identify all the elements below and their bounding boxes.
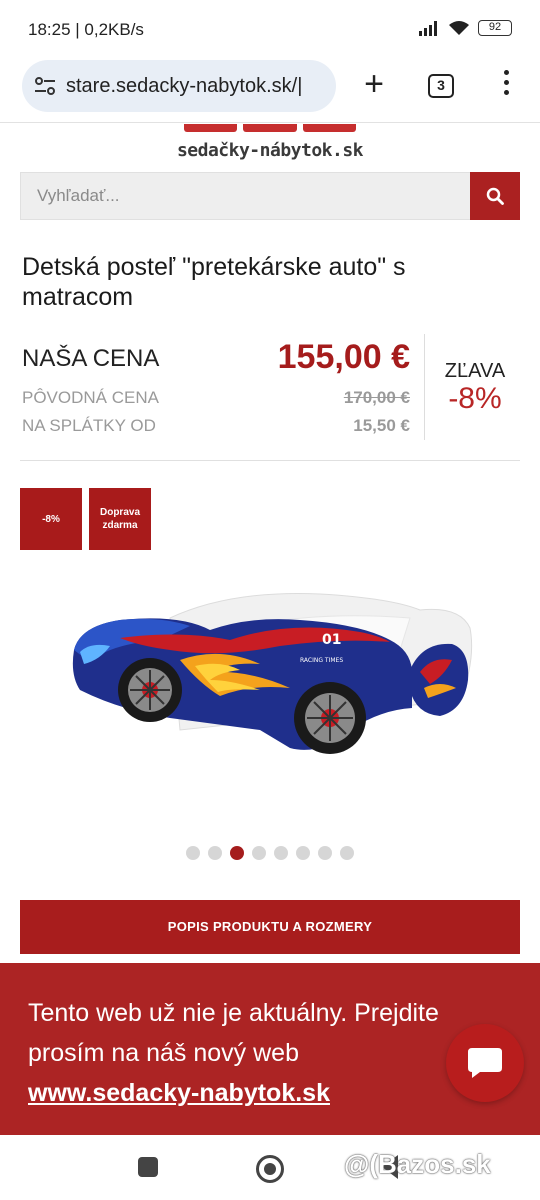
- gallery-dot[interactable]: [252, 846, 266, 860]
- browser-toolbar: stare.sedacky-nabytok.sk/| + 3: [0, 56, 540, 120]
- product-description-button[interactable]: POPIS PRODUKTU A ROZMERY: [20, 900, 520, 954]
- logo-graphic[interactable]: [184, 124, 356, 132]
- battery-icon: 92: [478, 20, 512, 36]
- search-icon: [486, 187, 504, 205]
- gallery-pagination: [0, 846, 540, 860]
- site-settings-icon[interactable]: [34, 76, 56, 96]
- product-image[interactable]: 01 RACING TIMES: [60, 580, 490, 770]
- wifi-icon: [449, 21, 469, 35]
- gallery-dot[interactable]: [274, 846, 288, 860]
- status-icons: 92: [418, 20, 512, 36]
- url-text: stare.sedacky-nabytok.sk/|: [66, 75, 303, 97]
- car-number: 01: [322, 632, 341, 648]
- status-time: 18:25 | 0,2KB/s: [28, 20, 144, 39]
- chat-icon: [468, 1048, 502, 1078]
- free-shipping-badge: Doprava zdarma: [89, 488, 151, 550]
- our-price-label: NAŠA CENA: [22, 345, 160, 372]
- installment-label: NA SPLÁTKY OD: [22, 416, 156, 435]
- site-logo[interactable]: sedačky-nábytok.sk: [0, 140, 540, 161]
- gallery-dot[interactable]: [318, 846, 332, 860]
- tab-switcher-button[interactable]: 3: [428, 74, 454, 98]
- browser-menu-button[interactable]: [496, 70, 516, 102]
- product-title: Detská posteľ "pretekárske auto" s matra…: [22, 253, 406, 311]
- gallery-dot[interactable]: [230, 846, 244, 860]
- discount-label: ZĽAVA: [444, 360, 506, 382]
- gallery-dot[interactable]: [208, 846, 222, 860]
- divider: [0, 122, 540, 123]
- system-navigation-bar: @(Bazos.sk: [0, 1135, 540, 1200]
- notice-message: Tento web už nie je aktuálny. Prejdite p…: [28, 999, 439, 1067]
- dot-icon: [503, 90, 509, 95]
- installment-price: 15,50 €: [353, 416, 410, 435]
- discount-value: -8%: [448, 382, 502, 415]
- status-bar: 18:25 | 0,2KB/s 92: [0, 0, 540, 56]
- notice-text: Tento web už nie je aktuálny. Prejdite p…: [28, 993, 518, 1113]
- search-input[interactable]: [21, 173, 471, 219]
- new-site-link[interactable]: www.sedacky-nabytok.sk: [28, 1073, 518, 1113]
- divider: [20, 460, 520, 461]
- gallery-dot[interactable]: [340, 846, 354, 860]
- dot-icon: [503, 80, 509, 85]
- signal-icon: [419, 21, 437, 36]
- watermark: @(Bazos.sk: [344, 1149, 491, 1179]
- dot-icon: [503, 70, 509, 75]
- gallery-dot[interactable]: [296, 846, 310, 860]
- original-price-label: PÔVODNÁ CENA: [22, 388, 159, 407]
- address-bar[interactable]: stare.sedacky-nabytok.sk/|: [22, 60, 336, 112]
- gallery-dot[interactable]: [186, 846, 200, 860]
- home-button[interactable]: [256, 1155, 284, 1183]
- price-separator: [424, 334, 425, 440]
- discount-badge: -8%: [20, 488, 82, 550]
- our-price: 155,00 €: [277, 338, 410, 376]
- original-price: 170,00 €: [343, 388, 410, 407]
- car-brand-text: RACING TIMES: [300, 657, 343, 664]
- search-bar: [20, 172, 520, 220]
- search-button[interactable]: [470, 172, 520, 220]
- new-tab-button[interactable]: +: [356, 64, 392, 108]
- recents-button[interactable]: [138, 1157, 158, 1177]
- chat-button[interactable]: [446, 1024, 524, 1102]
